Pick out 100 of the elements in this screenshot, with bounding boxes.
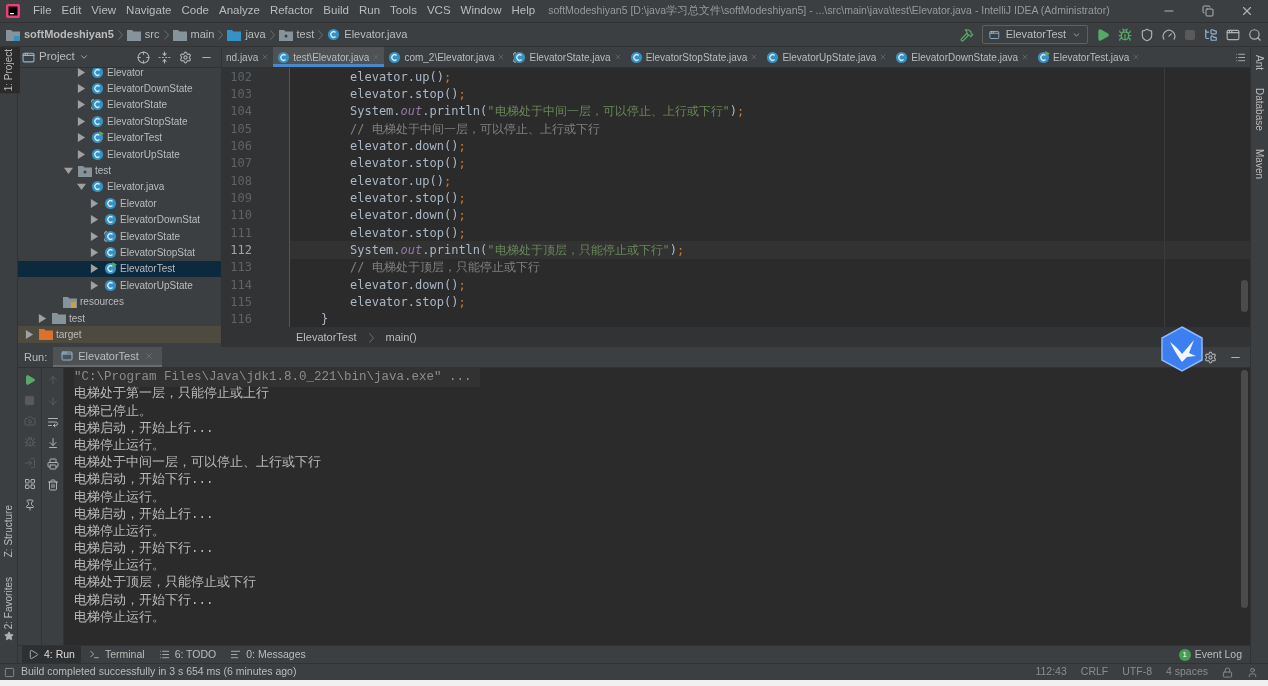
class-icon xyxy=(104,246,117,259)
breadcrumb-item[interactable]: src xyxy=(126,26,160,43)
tool-window-tab[interactable]: Database xyxy=(1248,86,1268,133)
breadcrumb-item[interactable]: main() xyxy=(385,329,417,346)
run-icon[interactable] xyxy=(1096,27,1110,42)
breadcrumb-item[interactable]: Elevator.java xyxy=(327,26,408,43)
tool-window-button[interactable]: 4: Run xyxy=(22,646,81,663)
tool-window-tab[interactable]: 2: Favorites xyxy=(0,574,20,631)
project-structure-icon[interactable] xyxy=(1204,27,1218,42)
class-icon xyxy=(91,82,104,96)
tree-item[interactable]: ElevatorTest xyxy=(18,129,221,146)
menu-item[interactable]: Navigate xyxy=(121,2,177,20)
editor-tab[interactable]: ElevatorState.java xyxy=(509,47,626,67)
breadcrumb-item[interactable]: java xyxy=(227,26,266,43)
status-item[interactable]: UTF-8 xyxy=(1122,664,1152,680)
panel-title[interactable]: Project xyxy=(39,48,75,66)
tool-window-tab[interactable]: Z: Structure xyxy=(0,502,20,559)
menu-item[interactable]: Run xyxy=(353,2,386,20)
tree-item[interactable]: test xyxy=(18,309,221,327)
tool-window-button[interactable]: Terminal xyxy=(82,646,151,663)
menu-item[interactable]: Tools xyxy=(385,2,422,20)
tab-list-icon[interactable] xyxy=(1235,51,1246,63)
breadcrumb-item[interactable]: softModeshiyan5 xyxy=(6,26,114,43)
breadcrumb-item[interactable]: main xyxy=(172,26,215,43)
layout-icon[interactable] xyxy=(23,478,36,490)
tree-item[interactable]: ElevatorDownStat xyxy=(18,211,221,228)
rerun-icon[interactable] xyxy=(23,374,36,386)
chevron-separator-icon xyxy=(318,29,324,40)
menu-item[interactable]: Refactor xyxy=(264,2,319,20)
tree-item[interactable]: target xyxy=(18,326,221,343)
wrap-icon[interactable] xyxy=(46,416,59,428)
tree-item[interactable]: ElevatorUpState xyxy=(18,145,221,163)
scrollbar[interactable] xyxy=(1241,280,1248,312)
editor-tab[interactable]: ElevatorUpState.java xyxy=(762,47,892,67)
tree-item[interactable]: Elevator xyxy=(18,195,221,212)
tree-item[interactable]: ElevatorStopState xyxy=(18,113,221,130)
run-tab[interactable]: ElevatorTest xyxy=(53,347,162,367)
tree-item[interactable]: ElevatorTest xyxy=(18,260,221,278)
menu-item[interactable]: Window xyxy=(455,2,507,20)
editor-tab[interactable]: ElevatorDownState.java xyxy=(891,47,1034,67)
editor-tab[interactable]: ElevatorTest.java xyxy=(1033,47,1145,67)
debug-icon[interactable] xyxy=(1118,27,1132,42)
tool-window-tab[interactable]: Maven xyxy=(1248,146,1268,181)
menu-item[interactable]: Code xyxy=(176,2,214,20)
floating-bird-icon[interactable] xyxy=(1160,326,1204,372)
lock-icon[interactable] xyxy=(1222,666,1233,678)
tree-item[interactable]: Elevator xyxy=(18,68,221,81)
locate-icon[interactable] xyxy=(137,50,150,64)
run-config-dropdown[interactable]: ElevatorTest xyxy=(982,25,1088,44)
tree-item[interactable]: ElevatorState xyxy=(18,96,221,114)
class-icon xyxy=(388,50,402,64)
menu-item[interactable]: Help xyxy=(506,2,541,20)
status-item[interactable]: CRLF xyxy=(1080,664,1109,680)
code-line: elevator.stop(); xyxy=(349,190,466,208)
console-line: 电梯处于顶层，只能停止或下行 xyxy=(74,574,256,593)
tool-window-tab[interactable]: Ant xyxy=(1248,53,1268,72)
editor-tab[interactable]: test\Elevator.java xyxy=(273,47,385,67)
star-icon xyxy=(3,631,14,641)
search-icon[interactable] xyxy=(1248,27,1262,42)
editor-tab[interactable]: ElevatorStopState.java xyxy=(625,47,763,67)
class-icon xyxy=(104,278,117,292)
tree-item[interactable]: resources xyxy=(18,293,221,310)
settings-icon[interactable] xyxy=(1204,350,1217,364)
status-item[interactable]: 112:43 xyxy=(1035,664,1067,680)
menu-item[interactable]: Analyze xyxy=(213,2,265,20)
person-icon[interactable] xyxy=(1247,666,1258,678)
settings-icon[interactable] xyxy=(179,50,192,64)
menu-item[interactable]: View xyxy=(86,2,122,20)
menu-item[interactable]: Build xyxy=(318,2,354,20)
tree-item[interactable]: ElevatorUpState xyxy=(18,277,221,294)
tree-item[interactable]: Elevator.java xyxy=(18,178,221,196)
event-log-button[interactable]: 1 Event Log xyxy=(1178,646,1242,663)
trash-icon[interactable] xyxy=(46,479,59,491)
print-icon[interactable] xyxy=(46,458,59,470)
editor-tab[interactable]: com_2\Elevator.java xyxy=(384,47,510,67)
tool-window-button[interactable]: 0: Messages xyxy=(224,646,312,663)
tool-window-button[interactable]: 6: TODO xyxy=(152,646,223,663)
scroll-to-end-icon[interactable] xyxy=(46,437,59,449)
tree-item[interactable]: ElevatorState xyxy=(18,227,221,245)
menu-item[interactable]: VCS xyxy=(421,2,456,20)
close-icon[interactable] xyxy=(1240,4,1254,18)
tree-item[interactable]: ElevatorStopStat xyxy=(18,244,221,261)
caret-icon[interactable] xyxy=(78,52,89,62)
menu-item[interactable]: File xyxy=(28,2,57,20)
hammer-icon[interactable] xyxy=(960,27,974,42)
restore-icon[interactable] xyxy=(1202,5,1214,17)
editor-tab[interactable]: nd.java xyxy=(222,47,274,67)
code-line: // 电梯处于中间一层，可以停止、上行或下行 xyxy=(349,120,600,138)
breadcrumb-item[interactable]: ElevatorTest xyxy=(296,329,357,346)
tree-item[interactable]: ElevatorDownState xyxy=(18,80,221,97)
tree-item[interactable]: test xyxy=(18,162,221,179)
tool-window-tab[interactable]: 1: Project xyxy=(0,47,20,94)
collapse-all-icon[interactable] xyxy=(158,50,171,64)
breadcrumb-item[interactable]: test xyxy=(278,26,315,43)
folder-icon xyxy=(63,295,77,308)
menu-item[interactable]: Edit xyxy=(56,2,87,20)
scrollbar[interactable] xyxy=(1241,370,1248,608)
status-icon[interactable] xyxy=(4,666,15,678)
status-item[interactable]: 4 spaces xyxy=(1165,664,1208,680)
pin-icon[interactable] xyxy=(23,499,36,511)
